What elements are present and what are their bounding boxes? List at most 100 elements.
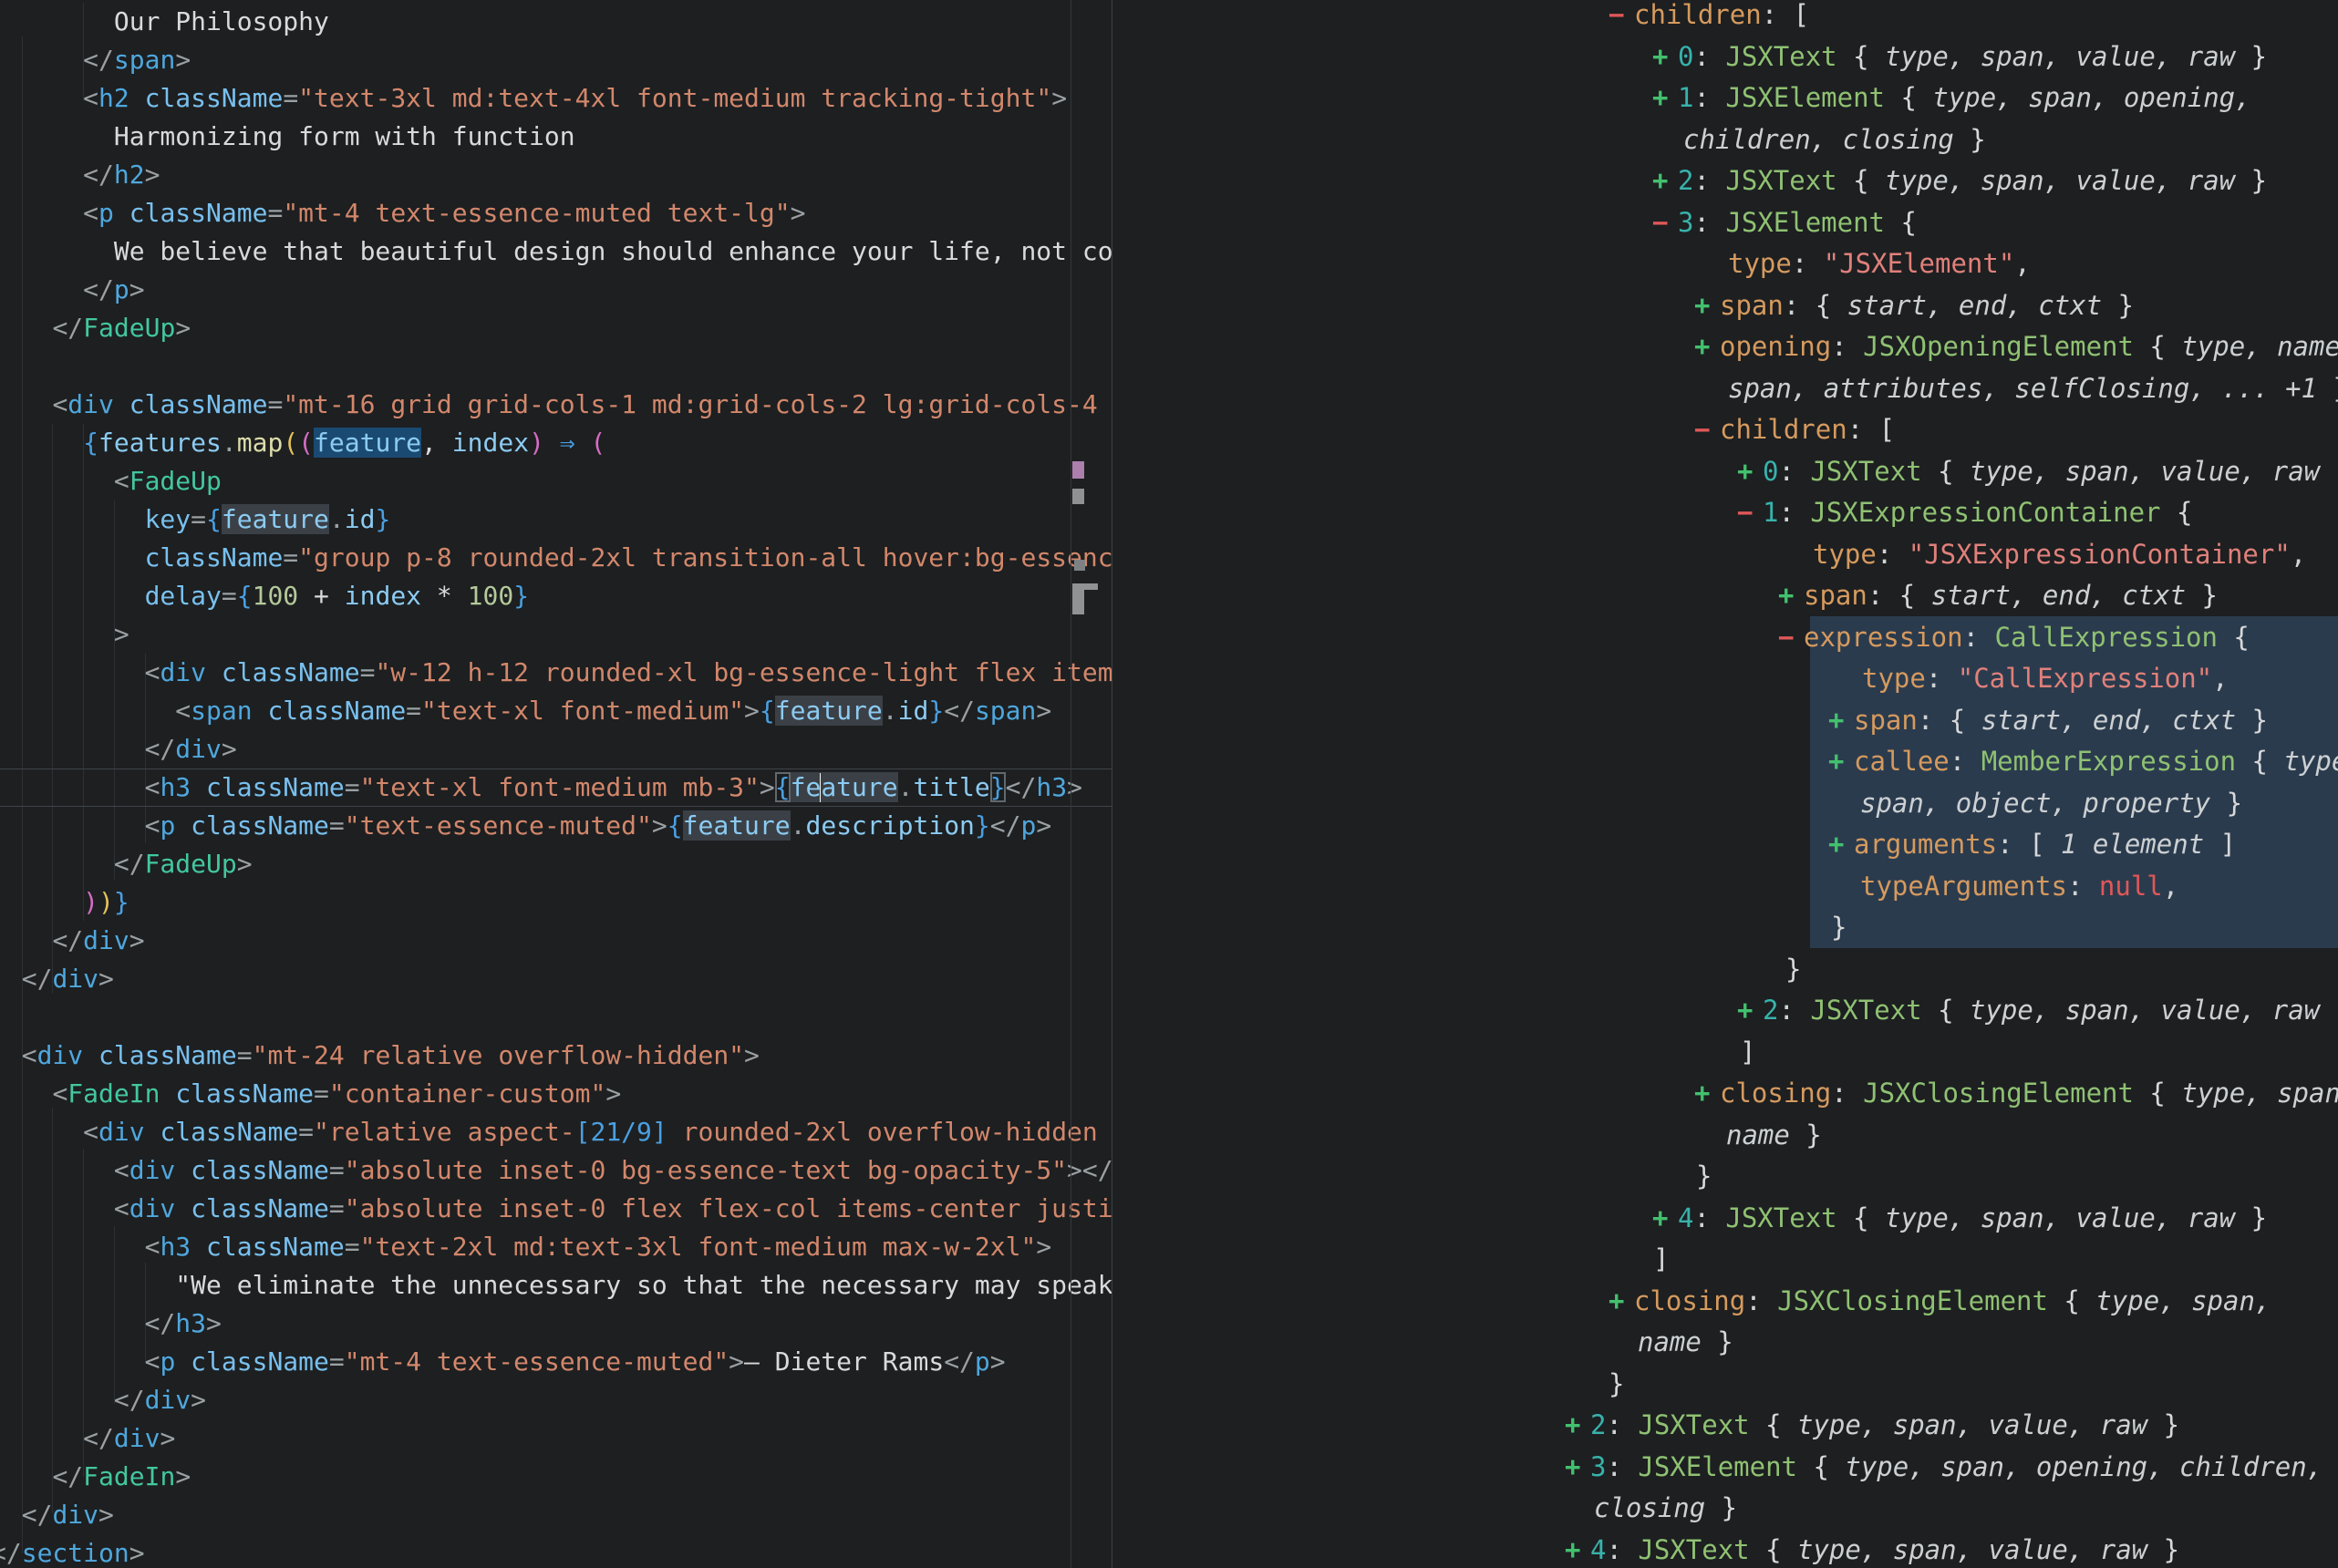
ast-row[interactable]: type: "JSXExpressionContainer", [1813, 534, 2306, 576]
ast-row[interactable]: +closing: JSXClosingElement { type, span… [1694, 1073, 2338, 1115]
ast-row[interactable]: name } [1638, 1322, 1733, 1364]
tree-toggle-collapse[interactable]: − [1652, 202, 1678, 244]
code-line[interactable]: <h2 className="text-3xl md:text-4xl font… [0, 79, 1112, 118]
ast-row[interactable]: −1: JSXExpressionContainer { [1737, 492, 2192, 534]
code-line[interactable]: <div className="mt-24 relative overflow-… [0, 1037, 1112, 1075]
code-line[interactable]: <p className="text-essence-muted">{featu… [0, 807, 1112, 845]
code-line[interactable]: <div className="absolute inset-0 flex fl… [0, 1190, 1112, 1228]
tree-toggle-expand[interactable]: + [1694, 326, 1720, 368]
tree-toggle-expand[interactable]: + [1828, 741, 1854, 783]
code-line[interactable]: "We eliminate the unnecessary so that th… [0, 1266, 1112, 1305]
code-line[interactable]: </div> [0, 922, 1112, 960]
code-line[interactable]: </h2> [0, 156, 1112, 194]
ast-row[interactable]: +0: JSXText { type, span, value, raw } [1652, 36, 2267, 78]
tree-toggle-expand[interactable]: + [1565, 1447, 1590, 1489]
code-line[interactable]: </span> [0, 41, 1112, 79]
code-line[interactable] [0, 347, 1112, 386]
code-line[interactable]: <span className="text-xl font-medium">{f… [0, 692, 1112, 730]
tree-toggle-expand[interactable]: + [1652, 1198, 1678, 1240]
code-line[interactable]: </div> [0, 960, 1112, 998]
code-line[interactable]: ))} [0, 883, 1112, 922]
ast-row[interactable]: +2: JSXText { type, span, value, raw } [1565, 1405, 2179, 1447]
tree-toggle-expand[interactable]: + [1652, 77, 1678, 119]
code-line[interactable]: </div> [0, 1496, 1112, 1534]
code-line[interactable]: </div> [0, 730, 1112, 769]
code-line[interactable]: </FadeIn> [0, 1458, 1112, 1496]
code-line-current[interactable]: <h3 className="text-xl font-medium mb-3"… [0, 769, 1112, 807]
code-line[interactable]: <div className="mt-16 grid grid-cols-1 m… [0, 386, 1112, 424]
code-line[interactable]: <FadeUp [0, 462, 1112, 500]
code-line[interactable]: </p> [0, 271, 1112, 309]
code-line[interactable]: </section> [0, 1534, 1112, 1568]
ast-row[interactable]: +4: JSXText { type, span, value, raw } [1565, 1530, 2179, 1568]
ast-row[interactable]: +opening: JSXOpeningElement { type, name… [1694, 326, 2338, 368]
ast-row[interactable]: span, attributes, selfClosing, ... +1 } [1728, 368, 2338, 410]
code-line[interactable]: > [0, 615, 1112, 654]
ast-row[interactable]: } [1696, 1156, 1712, 1198]
code-line[interactable]: className="group p-8 rounded-2xl transit… [0, 539, 1112, 577]
code-line[interactable]: </FadeUp> [0, 309, 1112, 347]
ast-row[interactable]: +0: JSXText { type, span, value, raw } [1737, 451, 2338, 493]
tree-toggle-collapse[interactable]: − [1778, 617, 1804, 659]
code-line[interactable]: </h3> [0, 1305, 1112, 1343]
code-line[interactable]: <p className="mt-4 text-essence-muted">—… [0, 1343, 1112, 1381]
code-line[interactable]: <h3 className="text-2xl md:text-3xl font… [0, 1228, 1112, 1266]
tree-toggle-expand[interactable]: + [1694, 285, 1720, 327]
ast-row[interactable]: +span: { start, end, ctxt } [1778, 575, 2218, 617]
tree-toggle-expand[interactable]: + [1609, 1281, 1634, 1323]
tree-toggle-collapse[interactable]: − [1737, 492, 1763, 534]
ast-row[interactable]: children, closing } [1683, 119, 1986, 161]
code-line[interactable]: </div> [0, 1381, 1112, 1419]
ast-row[interactable]: −3: JSXElement { [1652, 202, 1917, 244]
ast-row[interactable]: −children: [ [1694, 409, 1895, 451]
ast-row[interactable]: typeArguments: null, [1860, 866, 2178, 908]
ast-row[interactable]: +closing: JSXClosingElement { type, span… [1609, 1281, 2271, 1323]
code-line[interactable]: <p className="mt-4 text-essence-muted te… [0, 194, 1112, 232]
ast-row[interactable]: ] [1740, 1032, 1755, 1074]
ast-row[interactable]: +callee: MemberExpression { type, [1828, 741, 2338, 783]
code-line[interactable]: delay={100 + index * 100} [0, 577, 1112, 615]
ast-row[interactable]: ] [1653, 1239, 1669, 1281]
tree-toggle-expand[interactable]: + [1565, 1405, 1590, 1447]
ast-row[interactable]: +2: JSXText { type, span, value, raw } [1652, 160, 2267, 202]
ast-row[interactable]: } [1831, 907, 1847, 949]
code-line[interactable]: <div className="relative aspect-[21/9] r… [0, 1113, 1112, 1151]
ast-row[interactable]: type: "JSXElement", [1728, 243, 2031, 285]
ast-row[interactable]: } [1785, 949, 1801, 991]
code-line[interactable] [0, 998, 1112, 1037]
tree-toggle-expand[interactable]: + [1652, 36, 1678, 78]
tree-toggle-expand[interactable]: + [1565, 1530, 1590, 1568]
code-line[interactable]: We believe that beautiful design should … [0, 232, 1112, 271]
ast-row[interactable]: +3: JSXElement { type, span, opening, ch… [1565, 1447, 2322, 1489]
ast-row[interactable]: } [1609, 1364, 1624, 1406]
code-line[interactable]: <div className="w-12 h-12 rounded-xl bg-… [0, 654, 1112, 692]
tree-toggle-collapse[interactable]: − [1609, 0, 1634, 36]
ast-row[interactable]: span, object, property } [1860, 783, 2242, 825]
tree-toggle-collapse[interactable]: − [1694, 409, 1720, 451]
code-line[interactable]: <div className="absolute inset-0 bg-esse… [0, 1151, 1112, 1190]
code-line[interactable]: </FadeUp> [0, 845, 1112, 883]
code-line[interactable]: Harmonizing form with function [0, 118, 1112, 156]
ast-row[interactable]: closing } [1594, 1488, 1737, 1530]
code-line[interactable]: </div> [0, 1419, 1112, 1458]
ast-row[interactable]: +span: { start, end, ctxt } [1828, 700, 2268, 742]
code-line[interactable]: key={feature.id} [0, 500, 1112, 539]
tree-toggle-expand[interactable]: + [1652, 160, 1678, 202]
code-line[interactable]: Our Philosophy [0, 3, 1112, 41]
code-line[interactable]: {features.map((feature, index) ⇒ ( [0, 424, 1112, 462]
ast-row[interactable]: type: "CallExpression", [1862, 658, 2229, 700]
code-line[interactable]: <FadeIn className="container-custom"> [0, 1075, 1112, 1113]
ast-row[interactable]: +span: { start, end, ctxt } [1694, 285, 2134, 327]
ast-row[interactable]: −children: [ [1609, 0, 1809, 36]
ast-row[interactable]: +1: JSXElement { type, span, opening, [1652, 77, 2251, 119]
tree-toggle-expand[interactable]: + [1737, 990, 1763, 1032]
ast-row[interactable]: +4: JSXText { type, span, value, raw } [1652, 1198, 2267, 1240]
ast-row[interactable]: −expression: CallExpression { [1778, 617, 2250, 659]
tree-toggle-expand[interactable]: + [1737, 451, 1763, 493]
code-editor-pane[interactable]: Our Philosophy </span> <h2 className="te… [0, 0, 1112, 1568]
tree-toggle-expand[interactable]: + [1828, 700, 1854, 742]
ast-row[interactable]: name } [1726, 1115, 1822, 1157]
ast-row[interactable]: +arguments: [ 1 element ] [1828, 824, 2236, 866]
ast-tree-pane[interactable]: −children: [+0: JSXText { type, span, va… [1112, 0, 2338, 1568]
tree-toggle-expand[interactable]: + [1828, 824, 1854, 866]
